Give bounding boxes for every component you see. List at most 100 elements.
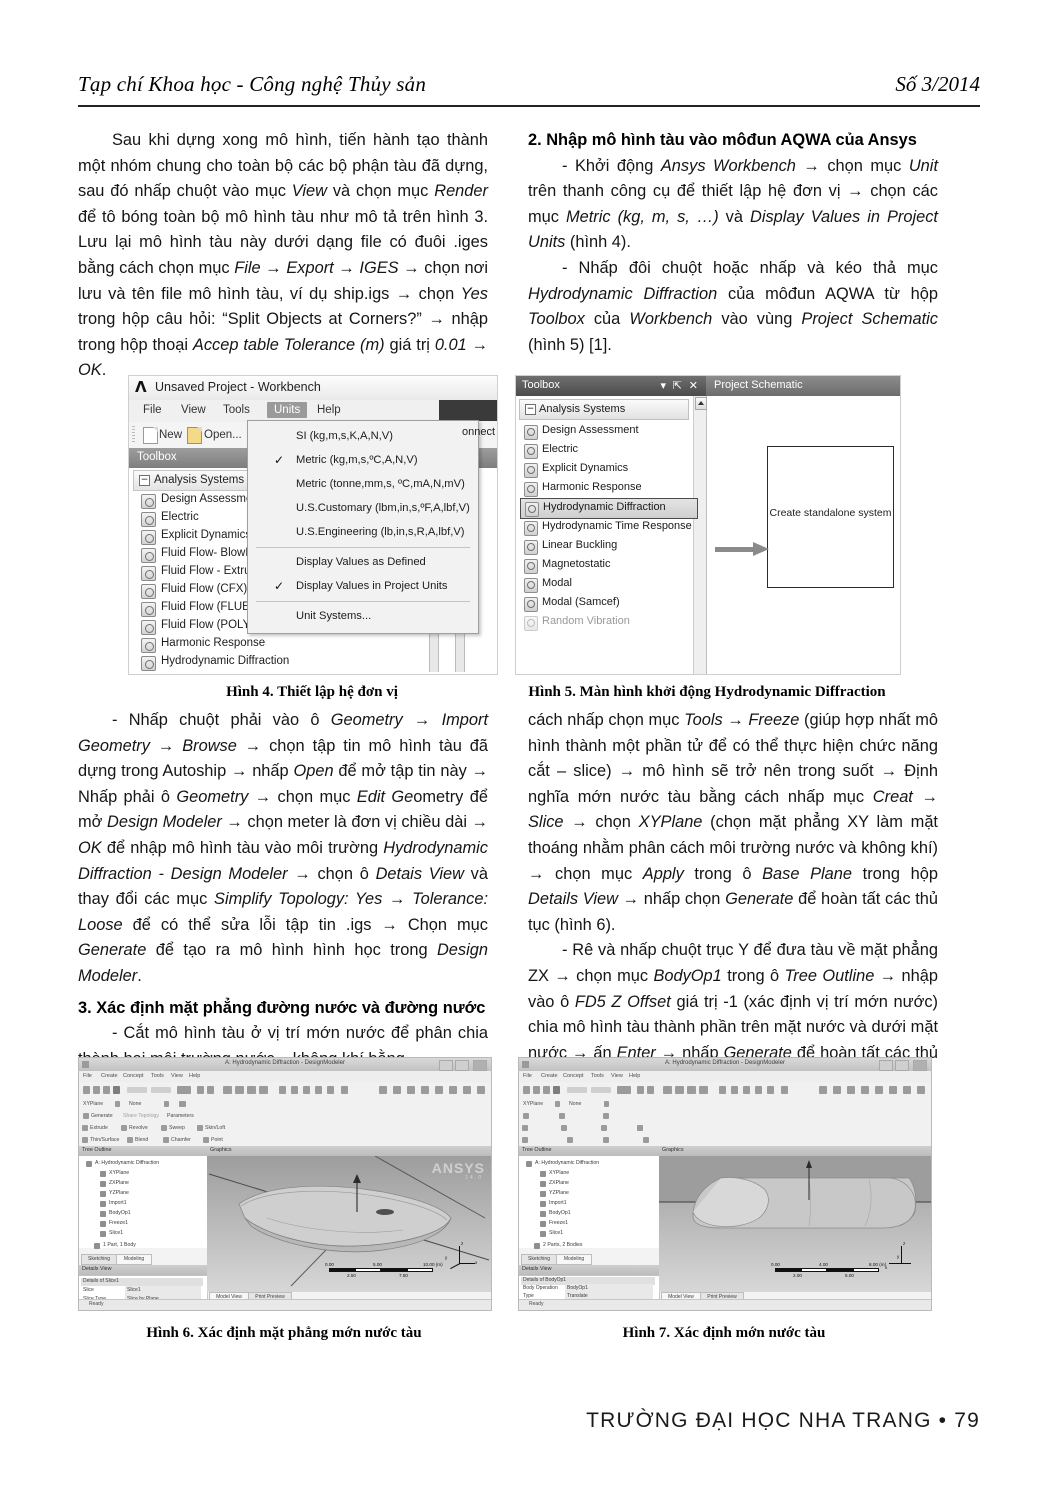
dm-menu-view[interactable]: View <box>611 1073 623 1079</box>
extrude-icon[interactable] <box>82 1125 88 1131</box>
share-topology-icon[interactable] <box>559 1113 565 1119</box>
sketch-selector[interactable]: None <box>129 1101 141 1107</box>
dm-menu-create[interactable]: Create <box>541 1073 558 1079</box>
toolbar-icon[interactable] <box>637 1086 644 1094</box>
skinloft-button[interactable]: Skin/Loft <box>205 1125 225 1131</box>
analysis-systems-group[interactable]: − Analysis Systems <box>519 399 689 420</box>
close-icon[interactable]: ✕ <box>689 379 698 392</box>
toolbox-item[interactable]: Modal <box>524 575 694 594</box>
toolbox-item[interactable]: Modal (Samcef) <box>524 594 694 613</box>
toolbar-icon[interactable] <box>675 1086 684 1094</box>
toolbar-icon[interactable] <box>847 1086 855 1094</box>
extrude-icon[interactable] <box>522 1125 528 1131</box>
toolbar-icon[interactable] <box>647 1086 654 1094</box>
toolbox-item[interactable]: Magnetostatic <box>524 556 694 575</box>
toolbar-icon[interactable] <box>151 1087 171 1093</box>
parameters-icon[interactable] <box>603 1113 609 1119</box>
graphics-viewport[interactable]: ANSYS 14.0 0.00 5.00 10.00 (m) 2.50 7.50… <box>207 1156 491 1292</box>
toolbar-icon[interactable] <box>591 1087 611 1093</box>
toolbar-icon[interactable] <box>463 1086 471 1094</box>
drop-target-box[interactable]: Create standalone system <box>767 446 894 588</box>
toolbar-icon[interactable] <box>743 1086 750 1094</box>
dm-menu-view[interactable]: View <box>171 1073 183 1079</box>
toolbar-icon[interactable] <box>903 1086 911 1094</box>
chevron-down-icon[interactable]: ▾ <box>660 379 666 392</box>
toolbar-icon[interactable] <box>127 1087 147 1093</box>
toolbar-icon[interactable] <box>279 1086 286 1094</box>
thin-surface-icon[interactable] <box>522 1137 528 1143</box>
toolbar-icon[interactable] <box>327 1086 334 1094</box>
tree-node[interactable]: Slice1 <box>99 1230 123 1237</box>
tree-node[interactable]: BodyOp1 <box>540 1210 571 1217</box>
maximize-button[interactable] <box>895 1060 909 1071</box>
extrude-button[interactable]: Extrude <box>90 1125 108 1131</box>
close-button[interactable] <box>913 1060 927 1071</box>
dm-menu-help[interactable]: Help <box>189 1073 200 1079</box>
scroll-up-arrow-icon[interactable] <box>695 397 707 410</box>
toolbar-icon[interactable] <box>917 1086 925 1094</box>
toolbar-icon[interactable] <box>435 1086 443 1094</box>
point-icon[interactable] <box>643 1137 649 1143</box>
toolbar-icon[interactable] <box>341 1086 348 1094</box>
tree-node[interactable]: XYPlane <box>539 1170 569 1177</box>
menu-tools[interactable]: Tools <box>223 404 250 416</box>
tree-node-root[interactable]: A: Hydrodynamic Diffraction <box>525 1160 599 1167</box>
tree-outline-panel[interactable]: A: Hydrodynamic Diffraction XYPlane ZXPl… <box>79 1156 208 1249</box>
toolbox-item[interactable]: Harmonic Response <box>524 479 694 498</box>
units-menu-item[interactable]: Metric (tonne,mm,s, ºC,mA,N,mV) <box>248 473 478 497</box>
toolbar-icon[interactable] <box>523 1086 530 1094</box>
toolbar-icon[interactable] <box>303 1086 310 1094</box>
details-row[interactable]: Slice Slice1 <box>81 1286 203 1295</box>
tree-node[interactable]: XYPlane <box>99 1170 129 1177</box>
dm-menu-file[interactable]: File <box>523 1073 532 1079</box>
skinloft-icon[interactable] <box>637 1125 643 1131</box>
point-button[interactable]: Point <box>211 1137 223 1143</box>
close-button[interactable] <box>473 1060 487 1071</box>
parameters-button[interactable]: Parameters <box>167 1113 194 1119</box>
toolbar-icon[interactable] <box>861 1086 869 1094</box>
toolbar-icon[interactable] <box>103 1086 110 1094</box>
dm-menu-concept[interactable]: Concept <box>563 1073 584 1079</box>
toolbar-icon[interactable] <box>617 1086 631 1094</box>
toolbar-icon[interactable] <box>421 1086 429 1094</box>
dm-menu-concept[interactable]: Concept <box>123 1073 144 1079</box>
tab-sketching[interactable]: Sketching <box>521 1254 557 1265</box>
details-view-panel[interactable]: Details of BodyOp1 Body Operation BodyOp1… <box>519 1275 660 1310</box>
minimize-button[interactable] <box>439 1060 453 1071</box>
dropdown-arrow-icon[interactable] <box>164 1101 169 1107</box>
new-sketch-icon[interactable] <box>179 1101 186 1107</box>
tree-node[interactable]: Import1 <box>540 1200 567 1207</box>
sweep-button[interactable]: Sweep <box>169 1125 185 1131</box>
toolbox-item[interactable]: Linear Buckling <box>524 537 694 556</box>
revolve-icon[interactable] <box>121 1125 127 1131</box>
details-value[interactable]: Slice1 <box>127 1287 141 1293</box>
units-menu-item[interactable]: ✓ Display Values in Project Units <box>248 575 478 599</box>
toolbar-icon[interactable] <box>315 1086 322 1094</box>
toolbar-icon[interactable] <box>543 1086 550 1094</box>
toolbar-icon[interactable] <box>755 1086 762 1094</box>
menu-units[interactable]: Units <box>267 402 308 418</box>
toolbar-icon[interactable] <box>477 1086 485 1094</box>
toolbar-icon[interactable] <box>259 1086 268 1094</box>
toolbar-icon[interactable] <box>291 1086 298 1094</box>
dm-menu-help[interactable]: Help <box>629 1073 640 1079</box>
project-schematic-canvas[interactable]: Create standalone system <box>707 396 900 674</box>
generate-icon[interactable] <box>523 1113 529 1119</box>
toolbar-icon[interactable] <box>719 1086 726 1094</box>
units-menu-item[interactable]: SI (kg,m,s,K,A,N,V) <box>248 425 478 449</box>
dropdown-arrow-icon[interactable] <box>115 1101 120 1107</box>
tab-sketching[interactable]: Sketching <box>81 1254 117 1265</box>
dm-menu-file[interactable]: File <box>83 1073 92 1079</box>
toolbar-icon[interactable] <box>207 1086 214 1094</box>
tab-modeling[interactable]: Modeling <box>116 1254 152 1265</box>
toolbar-icon[interactable] <box>533 1086 540 1094</box>
share-topology-button[interactable]: Share Topology <box>123 1113 159 1119</box>
toolbar-icon[interactable] <box>663 1086 672 1094</box>
menu-view[interactable]: View <box>181 404 206 416</box>
open-folder-icon[interactable] <box>187 427 202 444</box>
chamfer-icon[interactable] <box>163 1137 169 1143</box>
chamfer-icon[interactable] <box>603 1137 609 1143</box>
toolbar-icon[interactable] <box>93 1086 100 1094</box>
toolbar-icon[interactable] <box>781 1086 788 1094</box>
toolbar-icon[interactable] <box>197 1086 204 1094</box>
